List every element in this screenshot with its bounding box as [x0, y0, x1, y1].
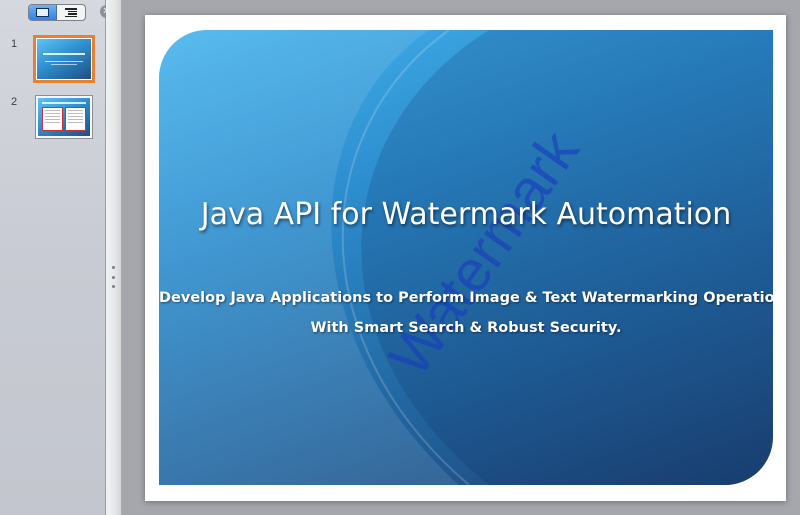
slide-background: Watermark Java API for Watermark Automat…: [159, 30, 773, 485]
panel-splitter[interactable]: [106, 0, 122, 515]
thumbnail-title-line: [43, 53, 85, 55]
slide-thumbnail-row: 2: [0, 96, 106, 144]
slide-subtitle[interactable]: Develop Java Applications to Perform Ima…: [159, 283, 773, 343]
thumbnail-subtitle-line: [51, 64, 77, 65]
splitter-grip-icon[interactable]: [111, 266, 116, 288]
slide-page[interactable]: Watermark Java API for Watermark Automat…: [145, 15, 786, 501]
slide-title[interactable]: Java API for Watermark Automation: [159, 197, 773, 232]
thumbnail-title-line: [42, 102, 86, 104]
thumbnail-content-box: [42, 107, 63, 131]
slide-navigator-panel: ✕ 1 2: [0, 0, 113, 515]
thumbnail-content-box: [65, 107, 86, 131]
view-mode-toggle: [28, 4, 86, 21]
outline-view-button[interactable]: [57, 5, 85, 20]
slide-thumbnail-row: 1: [0, 35, 106, 86]
slide-thumbnail-1[interactable]: [33, 35, 95, 83]
slide-number: 2: [11, 96, 18, 108]
slide-view-button[interactable]: [29, 5, 57, 20]
subtitle-line: With Smart Search & Robust Security.: [310, 320, 622, 336]
outline-view-icon: [65, 8, 77, 17]
app-window: ✕ 1 2: [0, 0, 800, 515]
subtitle-line: Develop Java Applications to Perform Ima…: [159, 290, 773, 306]
slide-canvas: Watermark Java API for Watermark Automat…: [122, 0, 800, 515]
slide-thumbnail-2[interactable]: [36, 96, 92, 138]
thumbnail-subtitle-line: [45, 61, 83, 62]
slide-view-icon: [36, 8, 49, 17]
slide-number: 1: [11, 38, 18, 50]
